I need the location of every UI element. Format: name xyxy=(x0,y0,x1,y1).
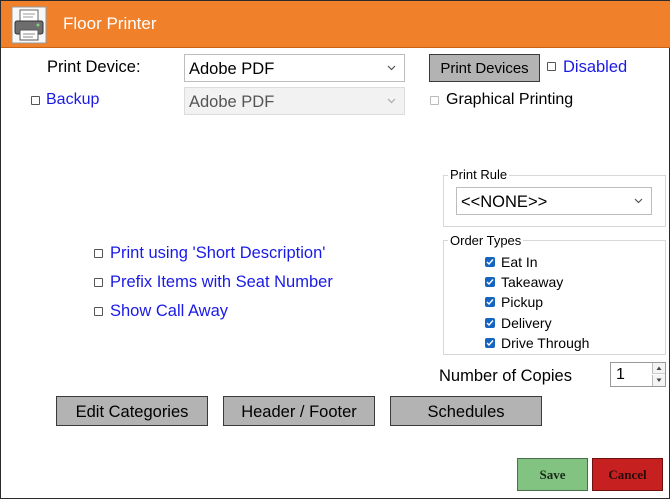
pickup-checkbox[interactable] xyxy=(485,297,495,307)
print-rule-title: Print Rule xyxy=(448,167,510,182)
delivery-checkbox[interactable] xyxy=(485,318,495,328)
prefix-seat-label[interactable]: Prefix Items with Seat Number xyxy=(110,273,333,292)
spin-up-icon[interactable] xyxy=(652,363,665,374)
spin-down-icon[interactable] xyxy=(652,375,665,386)
disabled-checkbox[interactable] xyxy=(547,62,556,71)
eat-in-label[interactable]: Eat In xyxy=(501,254,538,270)
edit-categories-button[interactable]: Edit Categories xyxy=(56,396,208,426)
pickup-label[interactable]: Pickup xyxy=(501,294,543,310)
backup-device-value: Adobe PDF xyxy=(189,93,275,111)
copies-input[interactable]: 1 xyxy=(610,362,666,387)
disabled-label[interactable]: Disabled xyxy=(563,58,627,77)
show-call-away-checkbox[interactable] xyxy=(94,307,103,316)
order-types-title: Order Types xyxy=(448,233,524,248)
backup-device-select: Adobe PDF xyxy=(184,87,405,115)
short-description-label[interactable]: Print using 'Short Description' xyxy=(110,244,325,263)
backup-label[interactable]: Backup xyxy=(46,91,99,109)
graphical-printing-checkbox[interactable] xyxy=(430,96,439,105)
drive-through-checkbox[interactable] xyxy=(485,338,495,348)
print-devices-button[interactable]: Print Devices xyxy=(429,54,540,82)
floor-printer-window: Floor Printer Print Device: Adobe PDF Pr… xyxy=(0,0,670,499)
cancel-button[interactable]: Cancel xyxy=(592,458,663,491)
takeaway-label[interactable]: Takeaway xyxy=(501,274,563,290)
copies-value: 1 xyxy=(616,366,625,383)
printer-icon xyxy=(11,6,47,44)
backup-checkbox[interactable] xyxy=(31,96,40,105)
window-title: Floor Printer xyxy=(63,14,157,33)
title-bar: Floor Printer xyxy=(1,1,670,48)
show-call-away-label[interactable]: Show Call Away xyxy=(110,302,228,321)
print-rule-select[interactable]: <<NONE>> xyxy=(456,187,652,215)
eat-in-checkbox[interactable] xyxy=(485,257,495,267)
print-device-value: Adobe PDF xyxy=(189,60,275,78)
drive-through-label[interactable]: Drive Through xyxy=(501,335,589,351)
graphical-printing-label[interactable]: Graphical Printing xyxy=(446,91,573,109)
print-rule-value: <<NONE>> xyxy=(461,193,548,211)
header-footer-button[interactable]: Header / Footer xyxy=(223,396,375,426)
short-description-checkbox[interactable] xyxy=(94,249,103,258)
prefix-seat-checkbox[interactable] xyxy=(94,278,103,287)
schedules-button[interactable]: Schedules xyxy=(390,396,542,426)
chevron-down-icon xyxy=(387,98,396,104)
delivery-label[interactable]: Delivery xyxy=(501,315,552,331)
print-device-select[interactable]: Adobe PDF xyxy=(184,54,405,82)
print-device-label: Print Device: xyxy=(47,58,141,76)
save-button[interactable]: Save xyxy=(517,458,588,491)
chevron-down-icon xyxy=(387,65,396,71)
copies-label: Number of Copies xyxy=(439,367,572,385)
takeaway-checkbox[interactable] xyxy=(485,277,495,287)
chevron-down-icon xyxy=(634,198,643,204)
